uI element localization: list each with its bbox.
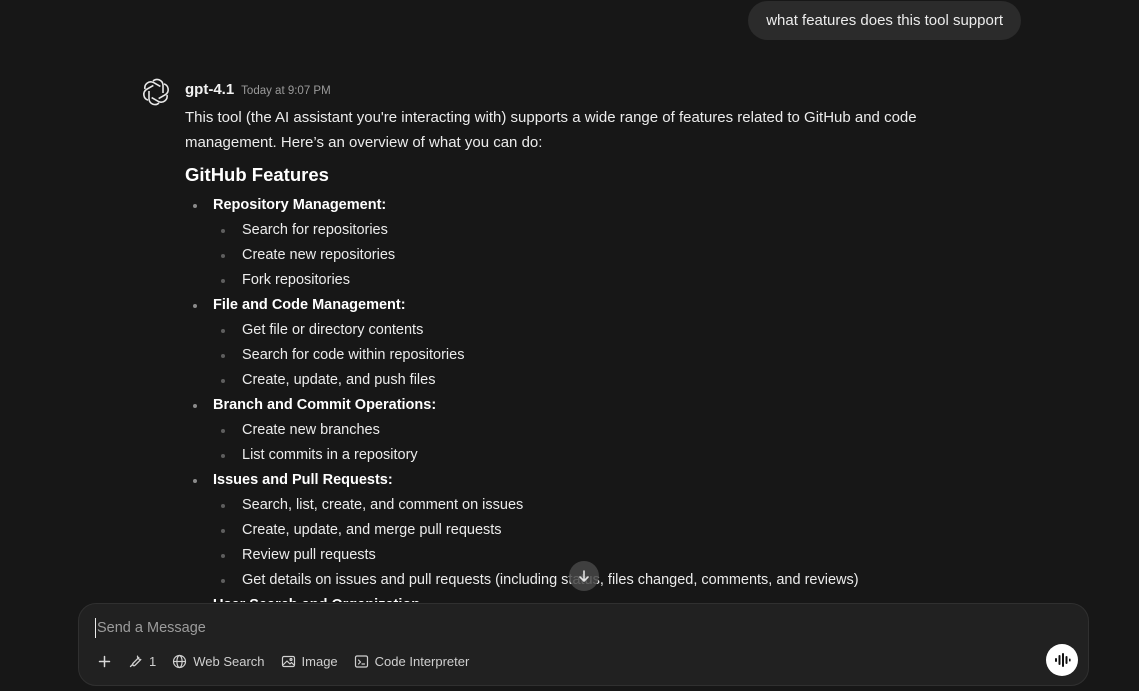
- feature-item: Search, list, create, and comment on iss…: [185, 493, 965, 518]
- arrow-down-icon: [579, 570, 589, 582]
- feature-group-title: User Search and Organization: [185, 593, 965, 602]
- image-icon: [281, 655, 295, 667]
- feature-item: Fork repositories: [185, 268, 965, 293]
- feature-items-list: Get file or directory contents Search for…: [185, 318, 965, 393]
- message-meta: gpt-4.1 Today at 9:07 PM: [185, 81, 331, 98]
- feature-item: List commits in a repository: [185, 443, 965, 468]
- feature-items-list: Create new branches List commits in a rep…: [185, 418, 965, 468]
- message-composer: 1 Web Search Image Code Interpreter: [78, 603, 1089, 686]
- feature-group-title: Repository Management:: [185, 193, 965, 218]
- wrench-icon: [129, 655, 142, 667]
- feature-item: Get file or directory contents: [185, 318, 965, 343]
- feature-group: User Search and Organization: [185, 593, 965, 602]
- add-button[interactable]: [93, 651, 116, 671]
- code-interpreter-label: Code Interpreter: [374, 653, 470, 669]
- chat-scroll-area[interactable]: what features does this tool support gpt…: [0, 0, 1139, 602]
- code-interpreter-button[interactable]: Code Interpreter: [350, 651, 474, 671]
- feature-item: Create, update, and merge pull requests: [185, 518, 965, 543]
- feature-item: Create new branches: [185, 418, 965, 443]
- web-search-label: Web Search: [193, 653, 265, 669]
- feature-item: Create, update, and push files: [185, 368, 965, 393]
- feature-items-list: Search for repositories Create new reposi…: [185, 218, 965, 293]
- feature-item: Search for code within repositories: [185, 343, 965, 368]
- message-timestamp: Today at 9:07 PM: [241, 85, 331, 97]
- message-input[interactable]: [95, 618, 995, 638]
- feature-group-title: Branch and Commit Operations:: [185, 393, 965, 418]
- feature-group: Repository Management: Search for reposit…: [185, 193, 965, 293]
- composer-toolbar: 1 Web Search Image Code Interpreter: [93, 651, 473, 671]
- scroll-to-bottom-button[interactable]: [569, 561, 599, 591]
- tools-count: 1: [149, 653, 157, 669]
- openai-logo-icon: [140, 76, 172, 108]
- feature-groups-list: Repository Management: Search for reposit…: [185, 193, 965, 602]
- intro-paragraph: This tool (the AI assistant you're inter…: [185, 109, 917, 151]
- feature-group-title: Issues and Pull Requests:: [185, 468, 965, 493]
- user-message-bubble: what features does this tool support: [748, 1, 1021, 40]
- section-heading: GitHub Features: [185, 164, 329, 185]
- web-search-button[interactable]: Web Search: [168, 651, 268, 671]
- model-name: gpt-4.1: [185, 81, 235, 98]
- user-message-text: what features does this tool support: [766, 12, 1003, 29]
- message-content: This tool (the AI assistant you're inter…: [185, 105, 965, 602]
- feature-group: File and Code Management: Get file or dir…: [185, 293, 965, 393]
- feature-group: Branch and Commit Operations: Create new …: [185, 393, 965, 468]
- globe-icon: [173, 654, 187, 668]
- plus-icon: [98, 655, 111, 667]
- feature-item: Search for repositories: [185, 218, 965, 243]
- image-label: Image: [301, 653, 338, 669]
- voice-wave-icon: [1055, 653, 1071, 667]
- image-button[interactable]: Image: [277, 651, 342, 671]
- tools-button[interactable]: 1: [124, 651, 160, 671]
- feature-item: Create new repositories: [185, 243, 965, 268]
- voice-mode-button[interactable]: [1046, 644, 1078, 676]
- terminal-icon: [354, 654, 368, 668]
- feature-group-title: File and Code Management:: [185, 293, 965, 318]
